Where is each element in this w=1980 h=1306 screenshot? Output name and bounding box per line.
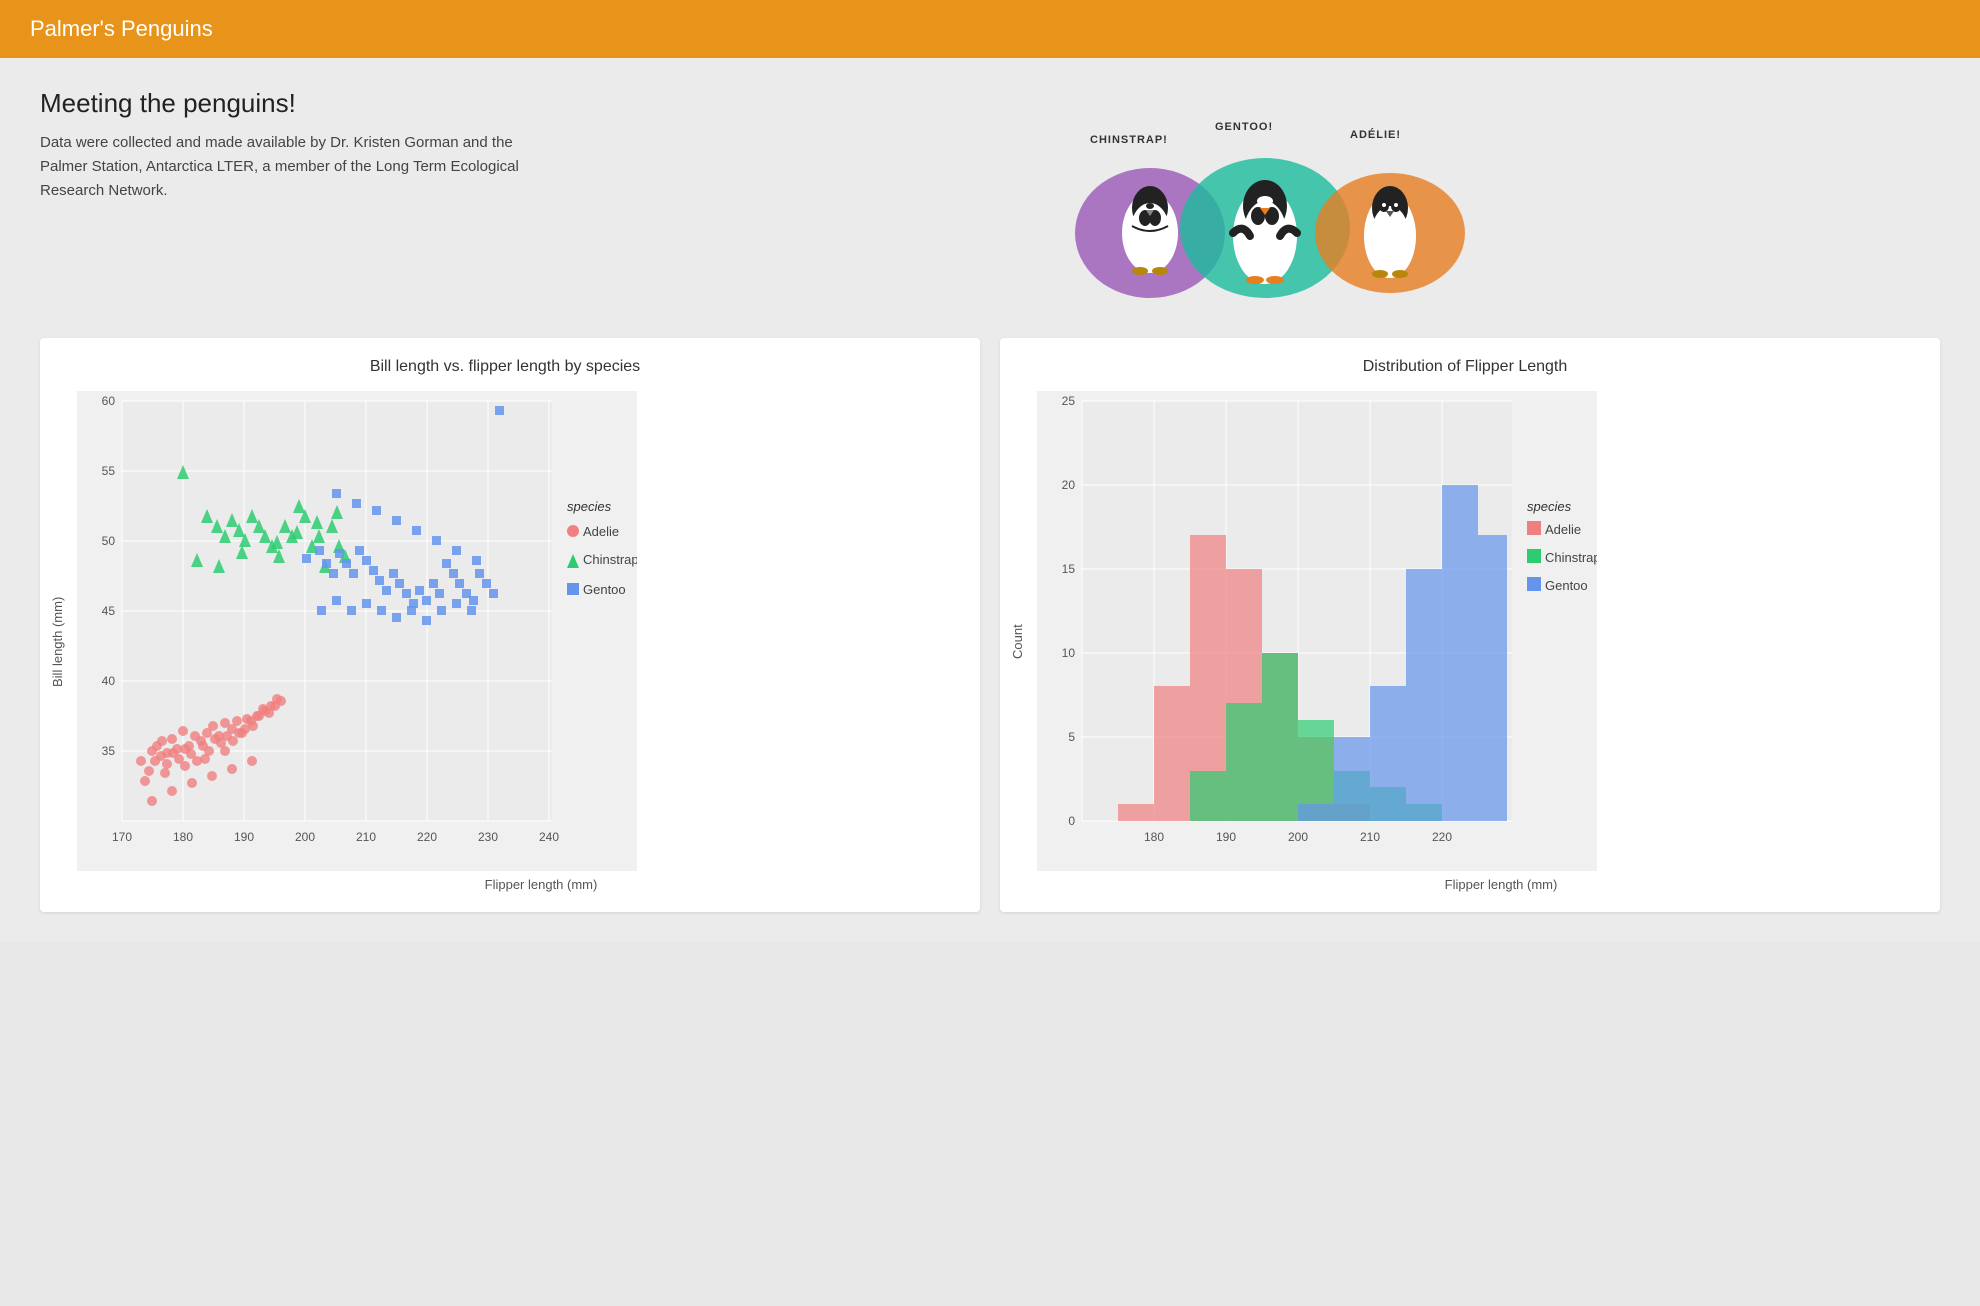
scatter-y-label: Bill length (mm) bbox=[50, 391, 65, 892]
svg-text:ADÉLIE!: ADÉLIE! bbox=[1350, 128, 1401, 141]
intro-description: Data were collected and made available b… bbox=[40, 131, 560, 203]
svg-text:35: 35 bbox=[102, 744, 116, 758]
intro-text: Meeting the penguins! Data were collecte… bbox=[40, 88, 560, 203]
svg-text:170: 170 bbox=[112, 830, 132, 844]
svg-text:200: 200 bbox=[1288, 830, 1308, 844]
svg-text:5: 5 bbox=[1068, 730, 1075, 744]
app-title: Palmer's Penguins bbox=[30, 16, 213, 41]
svg-text:50: 50 bbox=[102, 534, 116, 548]
svg-text:240: 240 bbox=[539, 830, 559, 844]
svg-text:210: 210 bbox=[1360, 830, 1380, 844]
app-header: Palmer's Penguins bbox=[0, 0, 1980, 58]
svg-text:45: 45 bbox=[102, 604, 116, 618]
penguin-illustration: CHINSTRAP! GENTOO! ADÉLIE! bbox=[1060, 88, 1480, 308]
svg-text:Adelie: Adelie bbox=[583, 524, 619, 539]
scatter-svg: 60 55 50 45 40 35 170 180 190 200 210 22… bbox=[77, 391, 637, 871]
svg-text:Adelie: Adelie bbox=[1545, 522, 1581, 537]
main-content: Meeting the penguins! Data were collecte… bbox=[0, 58, 1980, 942]
charts-section: Bill length vs. flipper length by specie… bbox=[40, 338, 1940, 912]
scatter-x-label: Flipper length (mm) bbox=[122, 877, 960, 892]
svg-text:Chinstrap: Chinstrap bbox=[1545, 550, 1597, 565]
histogram-chart-title: Distribution of Flipper Length bbox=[1010, 358, 1920, 376]
histogram-x-label: Flipper length (mm) bbox=[1082, 877, 1920, 892]
svg-text:species: species bbox=[567, 499, 612, 514]
svg-text:190: 190 bbox=[234, 830, 254, 844]
svg-text:220: 220 bbox=[417, 830, 437, 844]
svg-text:Chinstrap: Chinstrap bbox=[583, 552, 637, 567]
svg-text:180: 180 bbox=[173, 830, 193, 844]
svg-text:200: 200 bbox=[295, 830, 315, 844]
svg-text:15: 15 bbox=[1062, 562, 1076, 576]
svg-text:55: 55 bbox=[102, 464, 116, 478]
svg-text:220: 220 bbox=[1432, 830, 1452, 844]
histogram-svg: 25 20 15 10 5 0 180 190 200 210 220 bbox=[1037, 391, 1597, 871]
svg-text:25: 25 bbox=[1062, 394, 1076, 408]
histogram-chart-area: 25 20 15 10 5 0 180 190 200 210 220 bbox=[1037, 391, 1920, 892]
svg-text:40: 40 bbox=[102, 674, 116, 688]
svg-text:GENTOO!: GENTOO! bbox=[1215, 121, 1273, 133]
intro-heading: Meeting the penguins! bbox=[40, 88, 560, 119]
svg-text:Gentoo: Gentoo bbox=[1545, 578, 1588, 593]
intro-section: Meeting the penguins! Data were collecte… bbox=[40, 88, 1940, 308]
scatter-chart-wrapper: Bill length (mm) bbox=[50, 391, 960, 892]
histogram-chart-wrapper: Count bbox=[1010, 391, 1920, 892]
penguin-image-area: CHINSTRAP! GENTOO! ADÉLIE! bbox=[600, 88, 1940, 308]
svg-text:20: 20 bbox=[1062, 478, 1076, 492]
svg-text:species: species bbox=[1527, 499, 1572, 514]
svg-text:230: 230 bbox=[478, 830, 498, 844]
svg-text:180: 180 bbox=[1144, 830, 1164, 844]
histogram-chart-container: Distribution of Flipper Length Count bbox=[1000, 338, 1940, 912]
svg-text:Gentoo: Gentoo bbox=[583, 582, 626, 597]
svg-text:10: 10 bbox=[1062, 646, 1076, 660]
histogram-y-label: Count bbox=[1010, 391, 1025, 892]
scatter-chart-area: 60 55 50 45 40 35 170 180 190 200 210 22… bbox=[77, 391, 960, 892]
svg-text:CHINSTRAP!: CHINSTRAP! bbox=[1090, 134, 1168, 146]
svg-text:190: 190 bbox=[1216, 830, 1236, 844]
svg-text:210: 210 bbox=[356, 830, 376, 844]
scatter-chart-container: Bill length vs. flipper length by specie… bbox=[40, 338, 980, 912]
svg-text:60: 60 bbox=[102, 394, 116, 408]
scatter-chart-title: Bill length vs. flipper length by specie… bbox=[50, 358, 960, 376]
svg-text:0: 0 bbox=[1068, 814, 1075, 828]
